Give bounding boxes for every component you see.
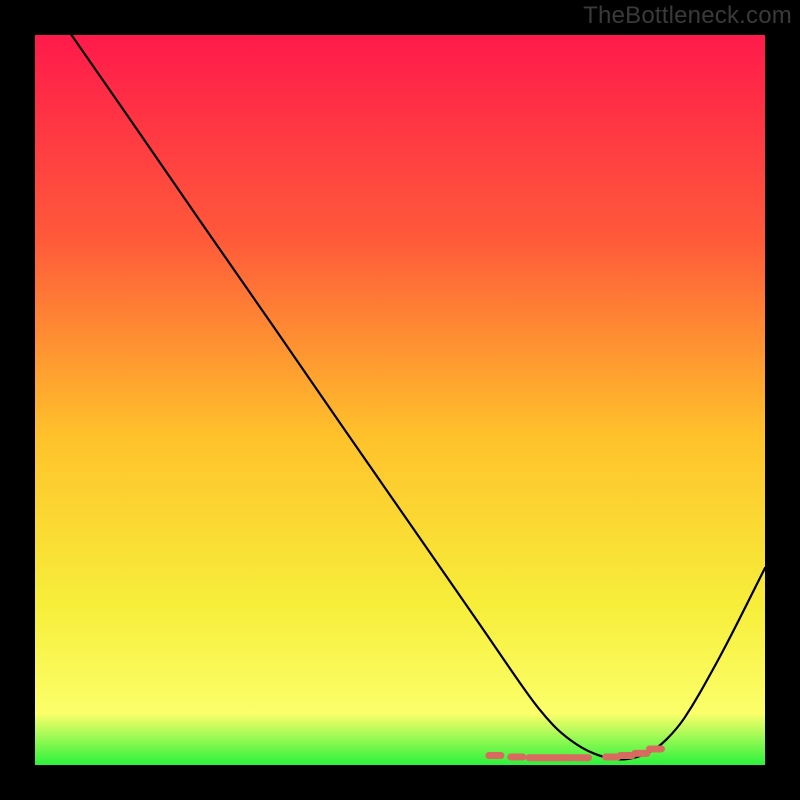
chart-frame: TheBottleneck.com: [0, 0, 800, 800]
watermark-text: TheBottleneck.com: [583, 2, 792, 30]
gradient-background: [35, 35, 765, 765]
plot-area: [35, 35, 765, 765]
bottleneck-chart: [35, 35, 765, 765]
